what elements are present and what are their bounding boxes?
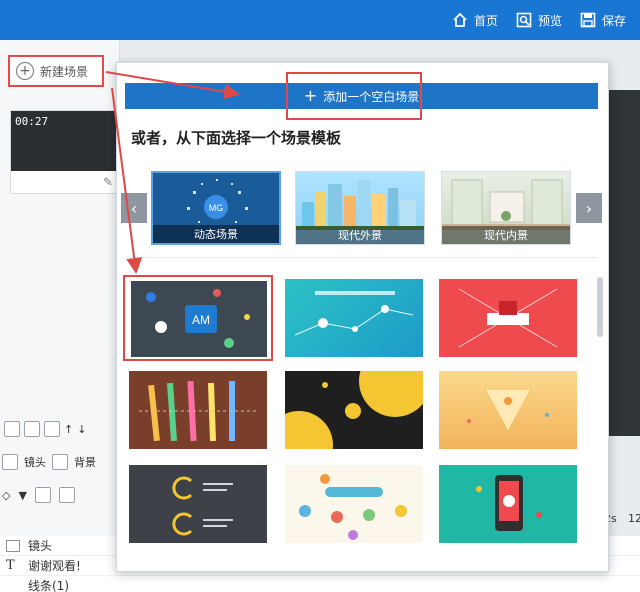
template-card[interactable] (439, 371, 577, 449)
element-tabs: 镜头 背景 (0, 452, 120, 472)
category-modern-exterior[interactable]: 现代外景 (295, 171, 425, 245)
line-icon (6, 580, 20, 592)
background-icon (52, 454, 68, 470)
template-card[interactable] (129, 371, 267, 449)
template-scrollbar[interactable] (597, 277, 603, 337)
template-art (285, 371, 423, 449)
filter-icon[interactable]: ▼ (18, 489, 26, 502)
timeline-tick: 12 (628, 512, 640, 525)
edit-icon[interactable]: ✎ (103, 175, 113, 189)
preview-icon (516, 12, 532, 28)
list-item-label: 线条(1) (28, 579, 69, 592)
template-card[interactable] (439, 465, 577, 543)
tab-background[interactable]: 背景 (74, 454, 96, 470)
template-prompt: 或者，从下面选择一个场景模板 (131, 129, 342, 147)
new-scene-label: 新建场景 (40, 64, 89, 79)
template-card[interactable] (129, 465, 267, 543)
save-button[interactable]: 保存 (580, 8, 626, 32)
list-item-label: 谢谢观看! (28, 559, 81, 573)
category-modern-interior[interactable]: 现代内景 (441, 171, 571, 245)
tab-camera[interactable]: 镜头 (24, 454, 46, 470)
camera-icon (6, 539, 20, 552)
filter-tools: ◇ ▼ (0, 486, 120, 504)
align-icon[interactable] (58, 487, 75, 503)
divider (125, 257, 598, 258)
template-card[interactable] (439, 279, 577, 357)
template-art (458, 288, 558, 348)
highlight-box (286, 72, 422, 120)
preview-button[interactable]: 预览 (516, 8, 562, 32)
plus-circle-icon: + (16, 62, 34, 80)
template-art (139, 380, 257, 442)
camera-icon (2, 454, 18, 470)
list-item[interactable]: 线条(1) (0, 576, 640, 592)
top-toolbar: 首页 预览 保存 (0, 0, 640, 40)
new-scene-popup: + 添加一个空白场景 或者，从下面选择一个场景模板 ‹ › MG 动态场景 现代… (116, 62, 609, 572)
category-dynamic[interactable]: MG 动态场景 (151, 171, 281, 245)
chevron-left-icon: ‹ (130, 198, 138, 218)
text-icon: T (6, 558, 15, 573)
category-label: 现代内景 (442, 226, 570, 244)
category-label: 现代外景 (296, 226, 424, 244)
template-title: AM (192, 313, 210, 327)
home-label: 首页 (474, 13, 499, 28)
save-icon (580, 12, 596, 28)
home-button[interactable]: 首页 (452, 8, 498, 32)
next-category-button[interactable]: › (576, 193, 602, 223)
template-art: AM (146, 289, 250, 348)
align-icon[interactable] (34, 487, 51, 503)
template-art (467, 388, 549, 433)
template-card[interactable] (285, 371, 423, 449)
chevron-right-icon: › (585, 198, 593, 218)
template-art (299, 474, 407, 540)
scene-duration: 00:27 (15, 115, 49, 128)
template-preview: AM (131, 281, 267, 357)
tool-icon[interactable] (24, 421, 40, 437)
scene-thumbnail[interactable]: 00:27 ✎ (10, 110, 121, 194)
save-label: 保存 (602, 13, 627, 28)
new-scene-button[interactable]: + 新建场景 (8, 55, 104, 87)
move-icon[interactable]: ◇ (2, 489, 10, 502)
template-art (294, 291, 414, 336)
list-item-label: 镜头 (28, 539, 53, 553)
template-card-selected[interactable]: AM (123, 275, 273, 361)
scene-tools: ↑ ↓ (0, 418, 120, 440)
template-card[interactable] (285, 465, 423, 543)
tool-icon[interactable] (4, 421, 20, 437)
down-arrow-icon[interactable]: ↓ (77, 423, 86, 436)
up-arrow-icon[interactable]: ↑ (64, 423, 73, 436)
category-label: 动态场景 (153, 225, 279, 243)
preview-label: 预览 (538, 13, 563, 28)
prev-category-button[interactable]: ‹ (121, 193, 147, 223)
template-art (172, 476, 233, 536)
template-art (476, 475, 542, 531)
template-card[interactable] (285, 279, 423, 357)
tool-icon[interactable] (44, 421, 60, 437)
home-icon (453, 12, 467, 27)
svg-text:MG: MG (209, 203, 224, 213)
